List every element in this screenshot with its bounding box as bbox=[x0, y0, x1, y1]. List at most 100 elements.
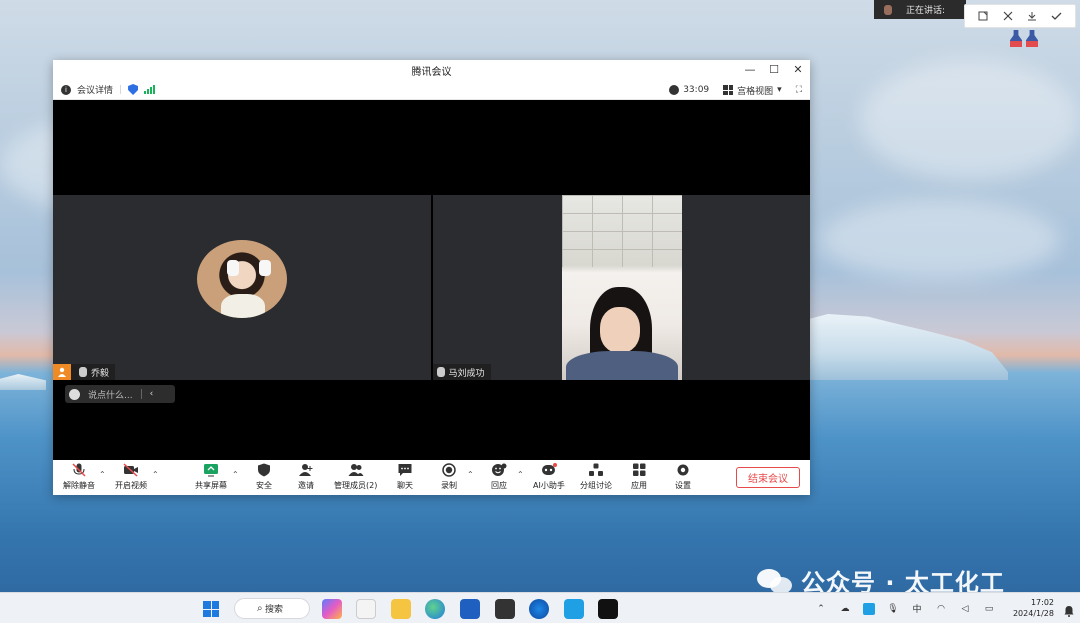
search-icon: ⌕ bbox=[257, 603, 263, 614]
bottle-icon[interactable] bbox=[1010, 30, 1022, 47]
record-icon bbox=[441, 463, 457, 477]
copilot-icon[interactable] bbox=[322, 599, 342, 619]
file-explorer-icon[interactable] bbox=[391, 599, 411, 619]
ai-assistant-button[interactable]: AI小助手 bbox=[533, 463, 565, 493]
reaction-icon bbox=[491, 463, 507, 477]
microphone-icon[interactable]: 🎙︎ bbox=[887, 603, 899, 615]
start-video-button[interactable]: 开启视频 bbox=[115, 463, 147, 493]
window-title: 腾讯会议 bbox=[411, 66, 452, 78]
ai-assistant-icon bbox=[541, 463, 557, 477]
reactions-button[interactable]: 回应 bbox=[491, 463, 507, 493]
speaking-label: 正在讲话: bbox=[906, 6, 946, 16]
chevron-down-icon: ▾ bbox=[777, 85, 782, 95]
add-user-icon bbox=[298, 463, 314, 477]
mic-off-icon bbox=[79, 367, 87, 377]
video-grid: 乔毅 马刘成功 bbox=[53, 195, 810, 380]
emoji-icon[interactable] bbox=[69, 388, 80, 400]
fullscreen-icon[interactable]: ⛶ bbox=[796, 85, 802, 95]
chevron-up-icon[interactable]: ⌃ bbox=[152, 470, 159, 479]
settings-button[interactable]: 设置 bbox=[675, 463, 691, 493]
record-button[interactable]: 录制 bbox=[441, 463, 457, 493]
meeting-tray-icon[interactable] bbox=[863, 602, 875, 615]
download-icon[interactable] bbox=[1023, 7, 1041, 25]
tencent-meeting-icon[interactable] bbox=[564, 599, 584, 619]
speaker-avatar-icon bbox=[884, 4, 892, 15]
mic-muted-icon bbox=[71, 463, 87, 477]
taskbar-search[interactable]: ⌕ 搜索 bbox=[234, 598, 310, 619]
bottle-icon[interactable] bbox=[1026, 30, 1038, 47]
security-button[interactable]: 安全 bbox=[256, 463, 272, 493]
info-icon[interactable]: i bbox=[61, 84, 71, 95]
battery-icon[interactable]: ▭ bbox=[983, 603, 995, 615]
security-shield-icon[interactable] bbox=[128, 84, 139, 95]
close-icon[interactable] bbox=[999, 7, 1017, 25]
layout-label: 宫格视图 bbox=[737, 86, 774, 97]
participant-tile[interactable]: 马刘成功 bbox=[432, 195, 810, 380]
ie-browser-icon[interactable] bbox=[529, 599, 549, 619]
apps-grid-icon bbox=[631, 463, 647, 477]
grid-view-icon bbox=[723, 85, 734, 95]
participant-camera-feed bbox=[561, 195, 682, 380]
speaking-indicator: 正在讲话: bbox=[874, 0, 966, 19]
chat-placeholder: 说点什么... bbox=[88, 390, 133, 401]
maximize-icon[interactable]: ☐ bbox=[768, 62, 780, 76]
capcut-icon[interactable] bbox=[495, 599, 515, 619]
taskbar: ⌕ 搜索 ⌃ ☁ 🎙︎ 中 ◠ ◁ ▭ 17:02 2024/1/28 bbox=[0, 592, 1080, 623]
shield-icon bbox=[256, 463, 272, 477]
breakout-rooms-button[interactable]: 分组讨论 bbox=[580, 463, 612, 493]
host-icon bbox=[53, 364, 71, 380]
quick-chat-input[interactable]: 说点什么... ‹ bbox=[65, 385, 175, 403]
share-screen-icon bbox=[203, 463, 219, 477]
invite-button[interactable]: 邀请 bbox=[298, 463, 314, 493]
cloud-icon[interactable]: ☁ bbox=[839, 603, 851, 615]
pin-icon[interactable] bbox=[974, 7, 992, 25]
task-view-icon[interactable] bbox=[356, 599, 376, 619]
chat-button[interactable]: 聊天 bbox=[397, 463, 413, 493]
meeting-window: 腾讯会议 — ☐ ✕ i 会议详情 | 33:09 宫格视图 ▾ ⛶ 乔毅 马刘… bbox=[53, 60, 810, 495]
minimize-icon[interactable]: — bbox=[744, 62, 756, 76]
meeting-info-bar: i 会议详情 | 33:09 宫格视图 ▾ ⛶ bbox=[53, 80, 810, 100]
ime-indicator[interactable]: 中 bbox=[911, 603, 923, 615]
chat-icon bbox=[397, 463, 413, 477]
edge-browser-icon[interactable] bbox=[425, 599, 445, 619]
participant-avatar bbox=[197, 240, 287, 318]
iceberg bbox=[808, 314, 1008, 380]
desktop-shortcuts bbox=[1010, 30, 1038, 47]
share-screen-button[interactable]: 共享屏幕 bbox=[195, 463, 227, 493]
notification-bell-icon[interactable] bbox=[1064, 602, 1074, 617]
network-signal-icon[interactable] bbox=[144, 85, 156, 94]
chevron-up-icon[interactable]: ⌃ bbox=[467, 470, 474, 479]
date: 2024/1/28 bbox=[1012, 609, 1054, 618]
window-titlebar: 腾讯会议 — ☐ ✕ bbox=[53, 60, 810, 80]
iceberg-small bbox=[0, 374, 46, 390]
unmute-button[interactable]: 解除静音 bbox=[63, 463, 95, 493]
chevron-left-icon[interactable]: ‹ bbox=[150, 389, 154, 399]
system-tray: ⌃ ☁ 🎙︎ 中 ◠ ◁ ▭ bbox=[815, 593, 995, 623]
tiktok-icon[interactable] bbox=[598, 599, 618, 619]
apps-button[interactable]: 应用 bbox=[631, 463, 647, 493]
volume-icon[interactable]: ◁ bbox=[959, 603, 971, 615]
chevron-up-icon[interactable]: ⌃ bbox=[99, 470, 106, 479]
close-icon[interactable]: ✕ bbox=[792, 62, 804, 76]
store-icon[interactable] bbox=[460, 599, 480, 619]
clock-date[interactable]: 17:02 2024/1/28 bbox=[1004, 597, 1054, 619]
participant-name: 马刘成功 bbox=[448, 368, 485, 379]
chevron-up-icon[interactable]: ⌃ bbox=[815, 603, 827, 615]
manage-participants-button[interactable]: 管理成员(2) bbox=[334, 463, 377, 493]
chevron-up-icon[interactable]: ⌃ bbox=[517, 470, 524, 479]
meeting-details-link[interactable]: 会议详情 bbox=[77, 83, 113, 96]
layout-selector[interactable]: 宫格视图 ▾ bbox=[723, 84, 782, 97]
wechat-logo-icon bbox=[757, 567, 795, 595]
users-icon bbox=[348, 463, 364, 477]
windows-start-icon[interactable] bbox=[203, 601, 219, 617]
participant-name: 乔毅 bbox=[91, 368, 110, 379]
chevron-up-icon[interactable]: ⌃ bbox=[232, 470, 239, 479]
confirm-check-icon[interactable] bbox=[1048, 7, 1066, 25]
participant-name-tag: 马刘成功 bbox=[432, 364, 491, 380]
participant-tile[interactable]: 乔毅 bbox=[53, 195, 431, 380]
meeting-duration: 33:09 bbox=[683, 85, 710, 95]
end-meeting-button[interactable]: 结束会议 bbox=[736, 467, 800, 488]
wifi-icon[interactable]: ◠ bbox=[935, 603, 947, 615]
mic-off-icon bbox=[436, 367, 445, 377]
participant-name-tag: 乔毅 bbox=[53, 364, 116, 380]
